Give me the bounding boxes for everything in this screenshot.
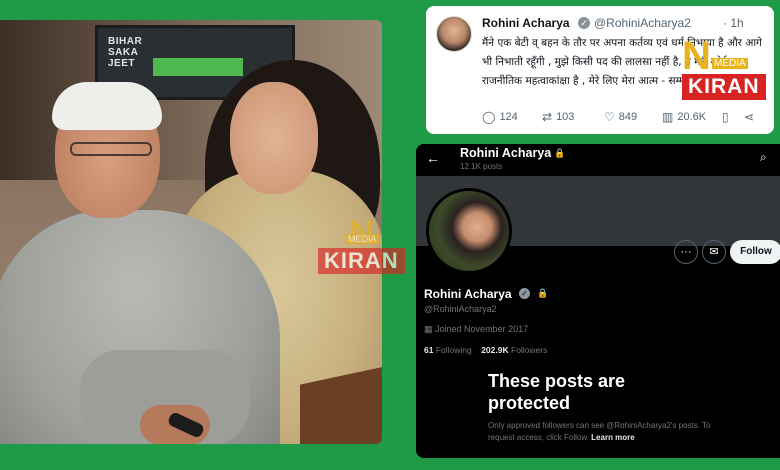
- reply-button[interactable]: ◯ 124: [482, 110, 518, 124]
- profile-topbar: ← Rohini Acharya 🔒 12.1K posts ⌕: [416, 144, 780, 176]
- back-arrow-icon[interactable]: ←: [426, 150, 440, 166]
- tweet-author-name[interactable]: Rohini Acharya: [482, 16, 570, 30]
- tv-graphic: [153, 58, 243, 76]
- more-options-button[interactable]: ···: [674, 240, 698, 264]
- tweet-avatar[interactable]: [436, 16, 472, 52]
- profile-stats: 61 Following 202.9K Followers: [424, 345, 547, 355]
- views-button[interactable]: ▥ 20.6K: [662, 110, 706, 124]
- heart-icon: ♡: [604, 110, 615, 124]
- watermark-kiran: KIRAN: [318, 248, 405, 274]
- followers-count: 202.9K: [481, 345, 509, 355]
- profile-avatar[interactable]: [426, 188, 512, 274]
- profile-header-name: Rohini Acharya: [460, 146, 552, 160]
- watermark-tweet: N MEDIA KIRAN: [682, 36, 766, 100]
- photo-woman-face: [230, 82, 318, 194]
- following-label: Following: [435, 345, 472, 355]
- calendar-icon: ▦: [424, 324, 433, 334]
- message-button[interactable]: ✉: [702, 240, 726, 264]
- tweet-actions: ◯ 124 ⇄ 103 ♡ 849 ▥ 20.6K ▯ ⋖: [482, 110, 767, 126]
- tweet-author-handle[interactable]: @RohiniAcharya2: [594, 16, 691, 30]
- bookmark-icon: ▯: [722, 110, 729, 124]
- protected-title: These posts are protected: [488, 371, 626, 413]
- bookmark-button[interactable]: ▯: [722, 110, 729, 124]
- protected-description: Only approved followers can see @RohiniA…: [488, 420, 728, 444]
- followers-link[interactable]: 202.9K Followers: [481, 345, 547, 355]
- following-link[interactable]: 61 Following: [424, 345, 472, 355]
- views-count: 20.6K: [677, 111, 707, 123]
- verified-badge-icon: ✓: [578, 17, 590, 29]
- lock-icon: 🔒: [554, 148, 566, 158]
- profile-handle: @RohiniAcharya2: [424, 304, 497, 314]
- photo-man-hair: [52, 82, 162, 130]
- reply-count: 124: [499, 111, 518, 123]
- joined-text: Joined November 2017: [435, 324, 529, 334]
- tv-text: BIHAR SAKA JEET: [108, 36, 143, 69]
- retweet-button[interactable]: ⇄ 103: [542, 110, 574, 124]
- share-button[interactable]: ⋖: [744, 110, 754, 124]
- profile-post-count: 12.1K posts: [460, 162, 503, 171]
- like-button[interactable]: ♡ 849: [604, 110, 637, 124]
- watermark-media: MEDIA: [712, 58, 748, 69]
- reply-icon: ◯: [482, 110, 496, 124]
- glasses: [70, 142, 152, 156]
- following-count: 61: [424, 345, 434, 355]
- retweet-count: 103: [556, 111, 575, 123]
- watermark-kiran: KIRAN: [682, 74, 766, 100]
- verified-badge-icon: ✓: [519, 288, 530, 299]
- retweet-icon: ⇄: [542, 110, 553, 124]
- lock-icon: 🔒: [537, 288, 549, 298]
- share-icon: ⋖: [744, 110, 755, 124]
- watermark-media: MEDIA: [346, 234, 379, 244]
- follow-button[interactable]: Follow: [730, 240, 780, 264]
- learn-more-link[interactable]: Learn more: [591, 433, 635, 442]
- followers-label: Followers: [511, 345, 548, 355]
- tweet-timestamp[interactable]: · 1h: [723, 16, 744, 30]
- watermark-photo: N MEDIA KIRAN: [318, 216, 405, 274]
- profile-joined: ▦ Joined November 2017: [424, 324, 528, 335]
- views-icon: ▥: [662, 110, 674, 124]
- profile-display-name: Rohini Acharya: [424, 287, 512, 301]
- profile-card: ← Rohini Acharya 🔒 12.1K posts ⌕ ··· ✉ F…: [416, 144, 780, 458]
- like-count: 849: [618, 111, 638, 123]
- more-icon: ···: [680, 246, 692, 258]
- search-icon[interactable]: ⌕: [760, 150, 767, 165]
- mail-icon: ✉: [709, 246, 719, 258]
